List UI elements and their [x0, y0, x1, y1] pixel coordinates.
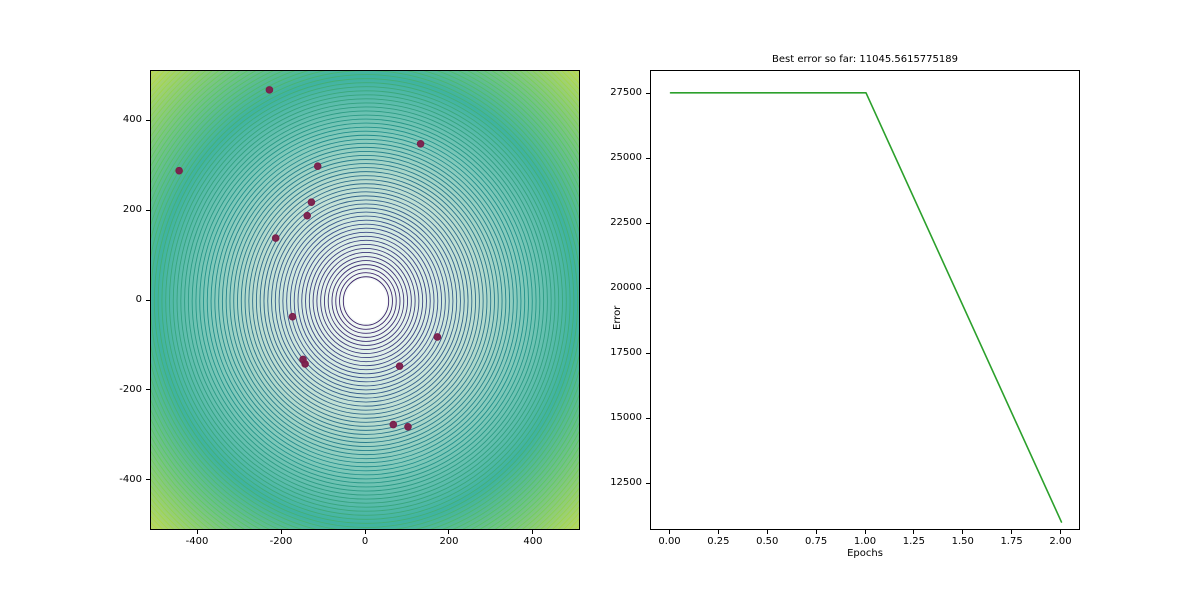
- ytick-mark: [646, 483, 650, 484]
- xtick-mark: [532, 530, 533, 534]
- ytick-label: 400: [102, 114, 142, 125]
- xtick-label: 1.75: [992, 536, 1032, 547]
- ytick-label: -400: [102, 474, 142, 485]
- ytick-mark: [146, 479, 150, 480]
- error-plot-svg: [651, 71, 1080, 530]
- ytick-label: 20000: [602, 282, 642, 293]
- ytick-label: -200: [102, 384, 142, 395]
- xtick-label: 400: [513, 536, 553, 547]
- ytick-mark: [146, 300, 150, 301]
- xtick-mark: [962, 530, 963, 534]
- ytick-label: 22500: [602, 217, 642, 228]
- ytick-mark: [646, 353, 650, 354]
- xtick-label: 1.50: [943, 536, 983, 547]
- figure: -400-2000200400 -400-2000200400 0.000.25…: [0, 0, 1200, 600]
- ytick-mark: [146, 389, 150, 390]
- ytick-mark: [146, 210, 150, 211]
- ytick-label: 200: [102, 204, 142, 215]
- error-plot-axes: 0.000.250.500.751.001.251.501.752.00 125…: [650, 70, 1080, 530]
- xtick-label: 0: [345, 536, 385, 547]
- xtick-mark: [448, 530, 449, 534]
- xtick-mark: [281, 530, 282, 534]
- error-plot-title: Best error so far: 11045.5615775189: [650, 54, 1080, 65]
- error-plot-xlabel: Epochs: [650, 548, 1080, 559]
- xtick-mark: [913, 530, 914, 534]
- contour-plot-svg: [151, 71, 580, 530]
- ytick-label: 27500: [602, 87, 642, 98]
- xtick-label: 2.00: [1040, 536, 1080, 547]
- ytick-label: 25000: [602, 152, 642, 163]
- ytick-mark: [146, 120, 150, 121]
- xtick-label: 0.00: [650, 536, 690, 547]
- xtick-label: 1.00: [845, 536, 885, 547]
- ytick-label: 0: [102, 294, 142, 305]
- xtick-mark: [767, 530, 768, 534]
- ytick-label: 17500: [602, 347, 642, 358]
- ytick-mark: [646, 288, 650, 289]
- error-plot-frame: [650, 70, 1080, 530]
- xtick-label: -200: [261, 536, 301, 547]
- ytick-mark: [646, 418, 650, 419]
- xtick-label: -400: [177, 536, 217, 547]
- ytick-mark: [646, 158, 650, 159]
- error-plot-ylabel: Error: [612, 306, 623, 330]
- contour-plot-axes: -400-2000200400 -400-2000200400: [150, 70, 580, 530]
- ytick-label: 15000: [602, 412, 642, 423]
- xtick-label: 1.25: [894, 536, 934, 547]
- ytick-mark: [646, 93, 650, 94]
- xtick-label: 0.50: [747, 536, 787, 547]
- xtick-mark: [669, 530, 670, 534]
- xtick-mark: [865, 530, 866, 534]
- contour-plot-frame: [150, 70, 580, 530]
- ytick-label: 12500: [602, 477, 642, 488]
- xtick-mark: [1011, 530, 1012, 534]
- xtick-mark: [816, 530, 817, 534]
- ytick-mark: [646, 223, 650, 224]
- xtick-label: 0.75: [796, 536, 836, 547]
- xtick-mark: [1060, 530, 1061, 534]
- xtick-mark: [365, 530, 366, 534]
- xtick-label: 200: [429, 536, 469, 547]
- xtick-mark: [197, 530, 198, 534]
- xtick-mark: [718, 530, 719, 534]
- xtick-label: 0.25: [698, 536, 738, 547]
